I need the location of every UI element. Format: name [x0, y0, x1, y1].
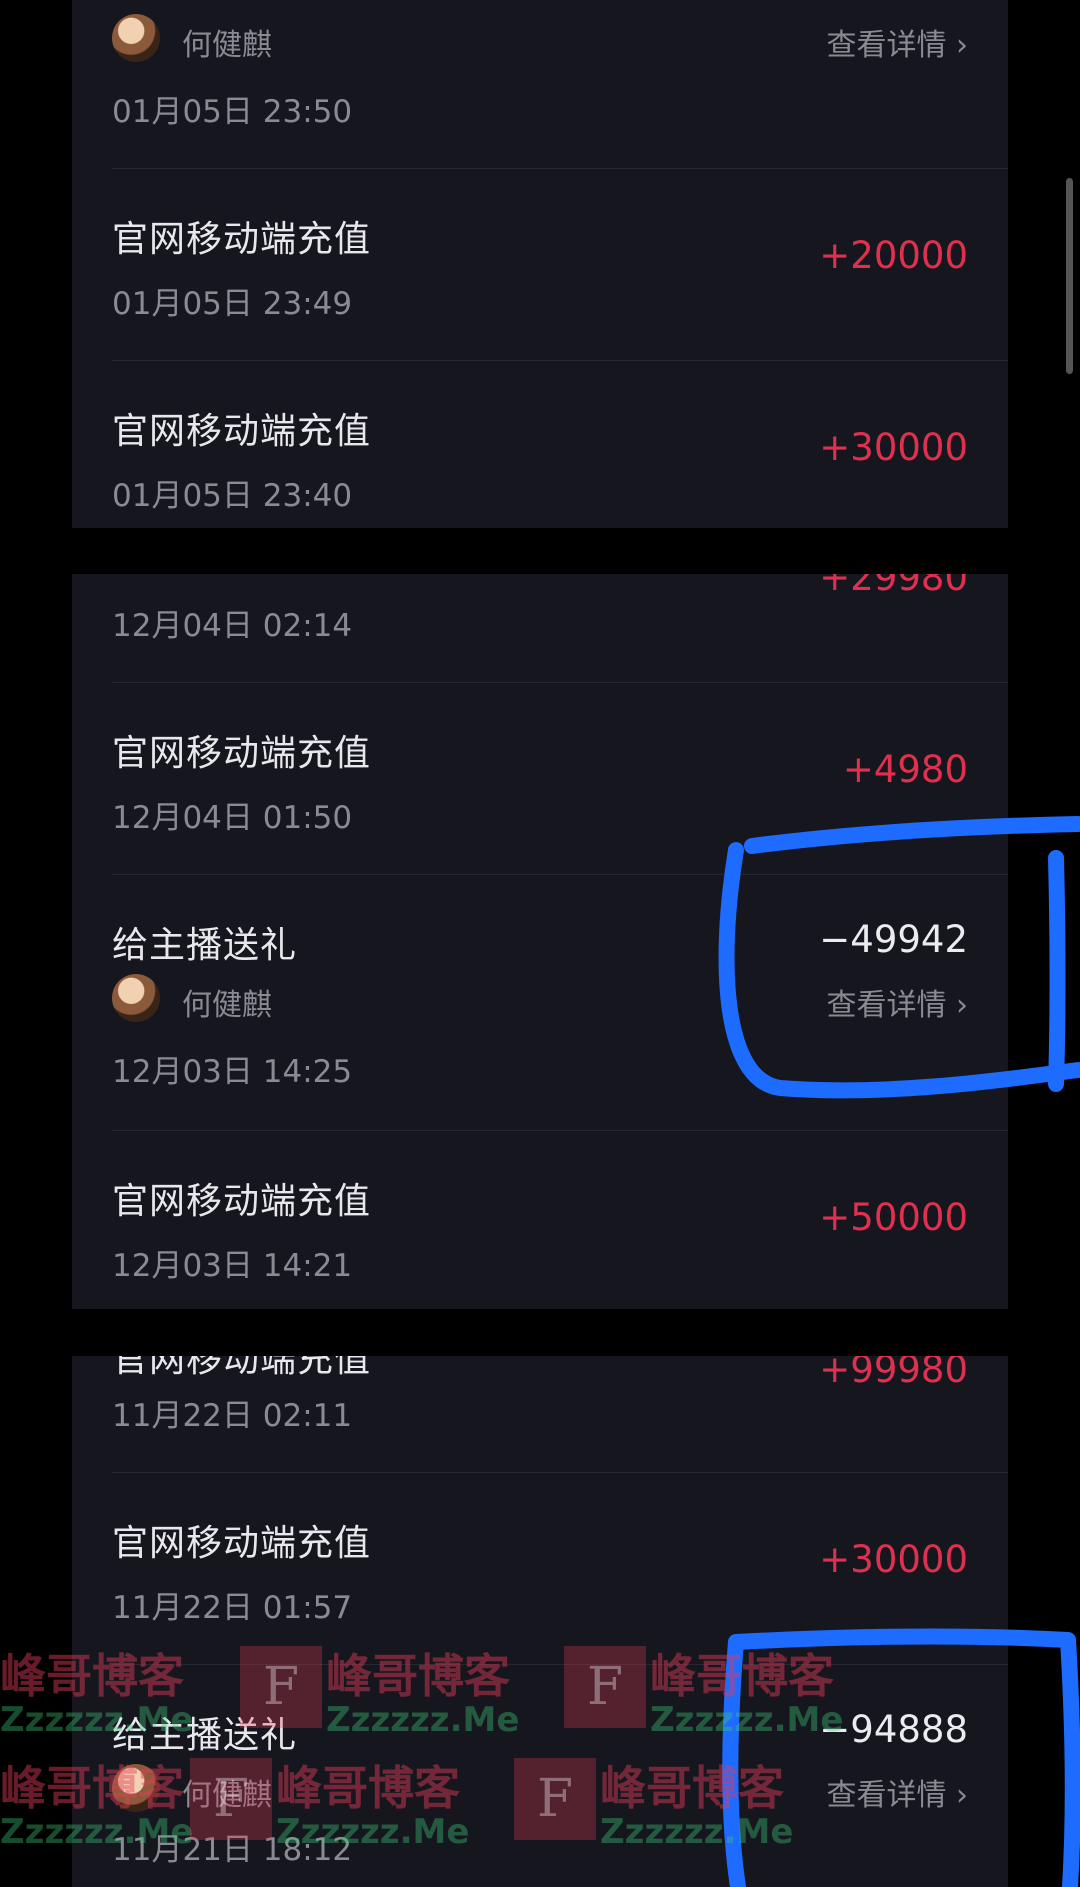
transaction-amount: +30000 [819, 1538, 968, 1581]
transaction-title: 官网移动端充值 [112, 733, 372, 774]
watermark-site: Zzzzzz.Me [0, 1700, 194, 1740]
watermark-logo: F [514, 1758, 596, 1840]
chevron-right-icon: › [956, 28, 968, 63]
watermark-brand: 峰哥博客 [0, 1761, 184, 1815]
transaction-time: 01月05日 23:40 [112, 478, 353, 514]
watermark-site: Zzzzzz.Me [650, 1700, 844, 1740]
transaction-title: 给主播送礼 [112, 925, 298, 966]
chevron-right-icon: › [956, 988, 968, 1023]
transaction-time: 11月22日 02:11 [112, 1398, 353, 1434]
transaction-panel-1: 何健麒 查看详情 › 01月05日 23:50 官网移动端充值 +20000 0… [72, 0, 1008, 528]
transaction-amount: +4980 [842, 748, 968, 791]
transaction-time: 01月05日 23:50 [112, 94, 353, 130]
watermark-brand: 峰哥博客 [0, 1649, 184, 1703]
streamer-name: 何健麒 [182, 988, 272, 1023]
watermark-brand: 峰哥博客 [650, 1649, 834, 1703]
transaction-amount: −49942 [819, 918, 968, 961]
transaction-time: 12月03日 14:25 [112, 1054, 353, 1090]
watermark-logo: F [190, 1758, 272, 1840]
transaction-time: 12月03日 14:21 [112, 1248, 353, 1284]
transaction-time: 11月22日 01:57 [112, 1590, 353, 1626]
transaction-title: 官网移动端充值 [112, 219, 372, 260]
scrollbar[interactable] [1066, 178, 1073, 374]
watermark-site: Zzzzzz.Me [0, 1812, 194, 1852]
view-details-link[interactable]: 查看详情 › [826, 980, 968, 1024]
watermark-site: Zzzzzz.Me [276, 1812, 470, 1852]
transaction-time: 12月04日 01:50 [112, 800, 353, 836]
transaction-amount: +50000 [819, 1196, 968, 1239]
transaction-time: 01月05日 23:49 [112, 286, 353, 322]
transaction-title: 官网移动端充值 [112, 1523, 372, 1564]
chevron-right-icon: › [956, 1778, 968, 1813]
transaction-panel-2: +29980 12月04日 02:14 官网移动端充值 +4980 12月04日… [72, 574, 1008, 1309]
transaction-amount: +99980 [819, 1356, 968, 1391]
watermark-logo: F [240, 1646, 322, 1728]
transaction-time: 12月04日 02:14 [112, 608, 353, 644]
transaction-title: 官网移动端充值 [112, 411, 372, 452]
transaction-amount: +30000 [819, 426, 968, 469]
divider [112, 168, 1008, 169]
transaction-amount: +20000 [819, 234, 968, 277]
transaction-amount: +29980 [819, 574, 968, 599]
view-details-link[interactable]: 查看详情 › [826, 20, 968, 64]
divider [112, 874, 1008, 875]
transaction-title: 官网移动端充值 [112, 1181, 372, 1222]
watermark-brand: 峰哥博客 [276, 1761, 460, 1815]
divider [112, 1472, 1008, 1473]
watermark-brand: 峰哥博客 [600, 1761, 784, 1815]
streamer-avatar [112, 14, 160, 62]
watermark-brand: 峰哥博客 [326, 1649, 510, 1703]
watermark-site: Zzzzzz.Me [326, 1700, 520, 1740]
view-details-link[interactable]: 查看详情 › [826, 1770, 968, 1814]
watermark-logo: F [564, 1646, 646, 1728]
divider [112, 682, 1008, 683]
divider [112, 1130, 1008, 1131]
streamer-avatar [112, 974, 160, 1022]
streamer-name: 何健麒 [182, 28, 272, 63]
transaction-title: 官网移动端充值 [112, 1356, 372, 1380]
watermark-site: Zzzzzz.Me [600, 1812, 794, 1852]
divider [112, 360, 1008, 361]
